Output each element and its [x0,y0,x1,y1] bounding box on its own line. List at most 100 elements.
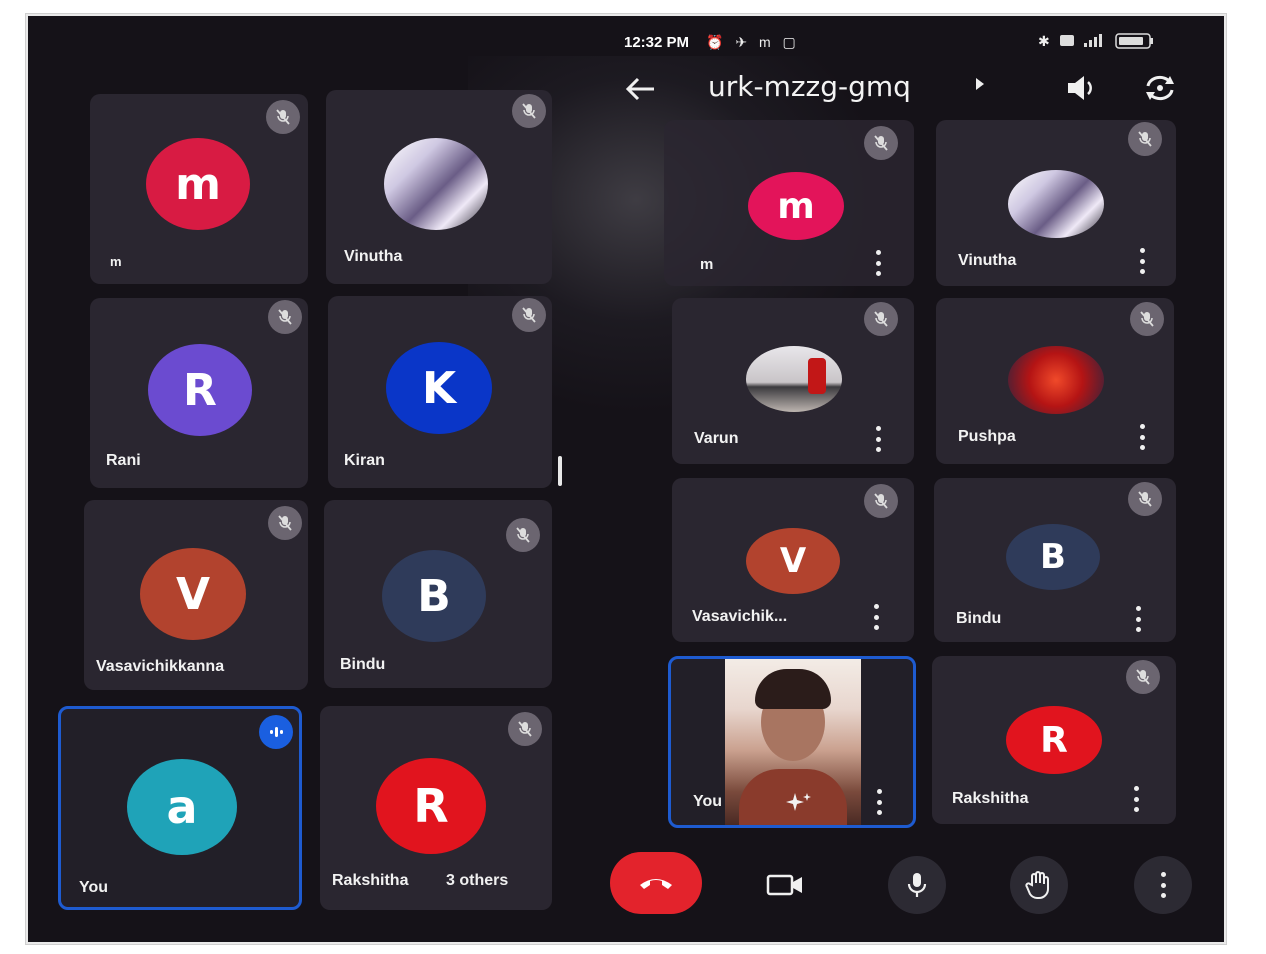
pane-divider-handle[interactable] [558,456,562,486]
participant-tile-you[interactable]: You [668,656,916,828]
mic-off-icon [268,300,302,334]
camera-flip-icon[interactable] [1140,68,1180,108]
avatar-pushpa-photo [1008,346,1104,414]
mic-off-icon [512,298,546,332]
meeting-code[interactable]: urk-mzzg-gmq [708,70,911,103]
more-vert-icon [1157,872,1169,898]
avatar-initial: R [1040,719,1068,761]
participant-tile-bindu[interactable]: B Bindu [324,500,552,688]
more-vert-icon[interactable] [873,789,885,815]
mic-off-icon [864,126,898,160]
avatar-vinutha-photo [1008,170,1104,238]
more-vert-icon[interactable] [870,604,882,630]
mic-off-icon [1130,302,1164,336]
more-vert-icon[interactable] [872,426,884,452]
avatar-initial: a [166,780,198,834]
avatar-rakshitha: R [376,758,486,854]
more-options-button[interactable] [1134,856,1192,914]
avatar-vasavichikkanna: V [140,548,246,640]
participant-tile-pushpa[interactable]: Pushpa [936,298,1174,464]
scanned-paper-background: m m Vinutha R Rani K Kiran V Vasavichikk… [0,0,1266,954]
participant-tile-m[interactable]: m m [664,120,914,286]
camera-toggle-button[interactable] [756,856,814,914]
back-arrow-icon[interactable] [620,72,660,106]
participant-name: You [693,793,723,810]
avatar-rani: R [148,344,252,436]
participant-name: Bindu [956,610,1002,627]
mic-off-icon [268,506,302,540]
end-call-button[interactable] [610,852,702,914]
participant-name: You [79,879,109,896]
avatar-vinutha-photo [384,138,488,230]
participant-tile-vasavichikkanna[interactable]: V Vasavichik... [672,478,914,642]
participant-name: Vinutha [958,252,1017,269]
avatar-initial: K [421,362,457,414]
avatar-m: m [748,172,844,240]
mic-off-icon [1128,482,1162,516]
meeting-info-caret-icon[interactable] [976,78,984,90]
mic-off-icon [512,94,546,128]
avatar-bindu: B [1006,524,1100,590]
participant-tile-kiran[interactable]: K Kiran [328,296,552,488]
participant-tile-vasavichikkanna[interactable]: V Vasavichikkanna [84,500,308,690]
mic-off-icon [864,484,898,518]
avatar-initial: m [175,158,221,210]
mic-icon [907,873,927,897]
participant-name: m [700,256,714,273]
mic-off-icon [864,302,898,336]
status-bar: 12:32 PM ⏰ ✈ m ▢ ✱ [568,30,1224,56]
raise-hand-icon [1025,871,1049,899]
meet-top-bar: urk-mzzg-gmq [568,66,1224,116]
others-count-label[interactable]: 3 others [446,872,508,890]
more-vert-icon[interactable] [872,250,884,276]
right-meet-screen: 12:32 PM ⏰ ✈ m ▢ ✱ urk-mzzg-gmq m m Vinu… [568,16,1224,942]
participant-name: Varun [694,430,739,447]
participant-name: Vasavichik... [692,608,788,625]
participant-name: Kiran [344,452,385,469]
phone-screen-photo: m m Vinutha R Rani K Kiran V Vasavichikk… [28,16,1224,942]
more-vert-icon[interactable] [1132,606,1144,632]
avatar-initial: R [413,779,449,833]
participant-name: Vasavichikkanna [96,658,225,675]
sparkle-effects-icon[interactable] [783,791,813,813]
participant-tile-rani[interactable]: R Rani [90,298,308,488]
avatar-initial: V [779,541,807,581]
participant-tile-vinutha[interactable]: Vinutha [936,120,1176,286]
participant-tile-vinutha[interactable]: Vinutha [326,90,552,284]
mic-toggle-button[interactable] [888,856,946,914]
mic-off-icon [1126,660,1160,694]
participant-tile-rakshitha[interactable]: R Rakshitha 3 others [320,706,552,910]
left-participant-grid: m m Vinutha R Rani K Kiran V Vasavichikk… [28,16,568,942]
more-vert-icon[interactable] [1136,424,1148,450]
svg-text:✱: ✱ [1038,34,1050,50]
participant-tile-m[interactable]: m m [90,94,308,284]
participant-name: Pushpa [958,428,1016,445]
participant-tile-rakshitha[interactable]: R Rakshitha [932,656,1176,824]
mic-off-icon [506,518,540,552]
end-call-icon [640,879,672,889]
speaking-indicator-icon [259,715,293,749]
photo-figure [808,358,826,394]
self-hair [755,669,831,709]
avatar-kiran: K [386,342,492,434]
participant-name: Rani [106,452,141,469]
avatar-initial: V [175,568,211,620]
more-vert-icon[interactable] [1136,248,1148,274]
participant-tile-varun[interactable]: Varun [672,298,914,464]
avatar-rakshitha: R [1006,706,1102,774]
avatar-vasavichikkanna: V [746,528,840,594]
participant-name: Vinutha [344,248,403,265]
mic-off-icon [1128,122,1162,156]
avatar-varun-photo [746,346,842,412]
avatar-initial: B [417,570,451,622]
participant-tile-you[interactable]: a You [58,706,302,910]
status-time: 12:32 PM [624,34,690,51]
call-controls-bar [568,844,1224,924]
participant-tile-bindu[interactable]: B Bindu [934,478,1176,642]
avatar-you: a [127,759,237,855]
speaker-icon[interactable] [1062,70,1102,106]
raise-hand-button[interactable] [1010,856,1068,914]
more-vert-icon[interactable] [1130,786,1142,812]
participant-name: Rakshitha [952,790,1029,807]
system-status-icons: ✱ [1038,33,1153,50]
